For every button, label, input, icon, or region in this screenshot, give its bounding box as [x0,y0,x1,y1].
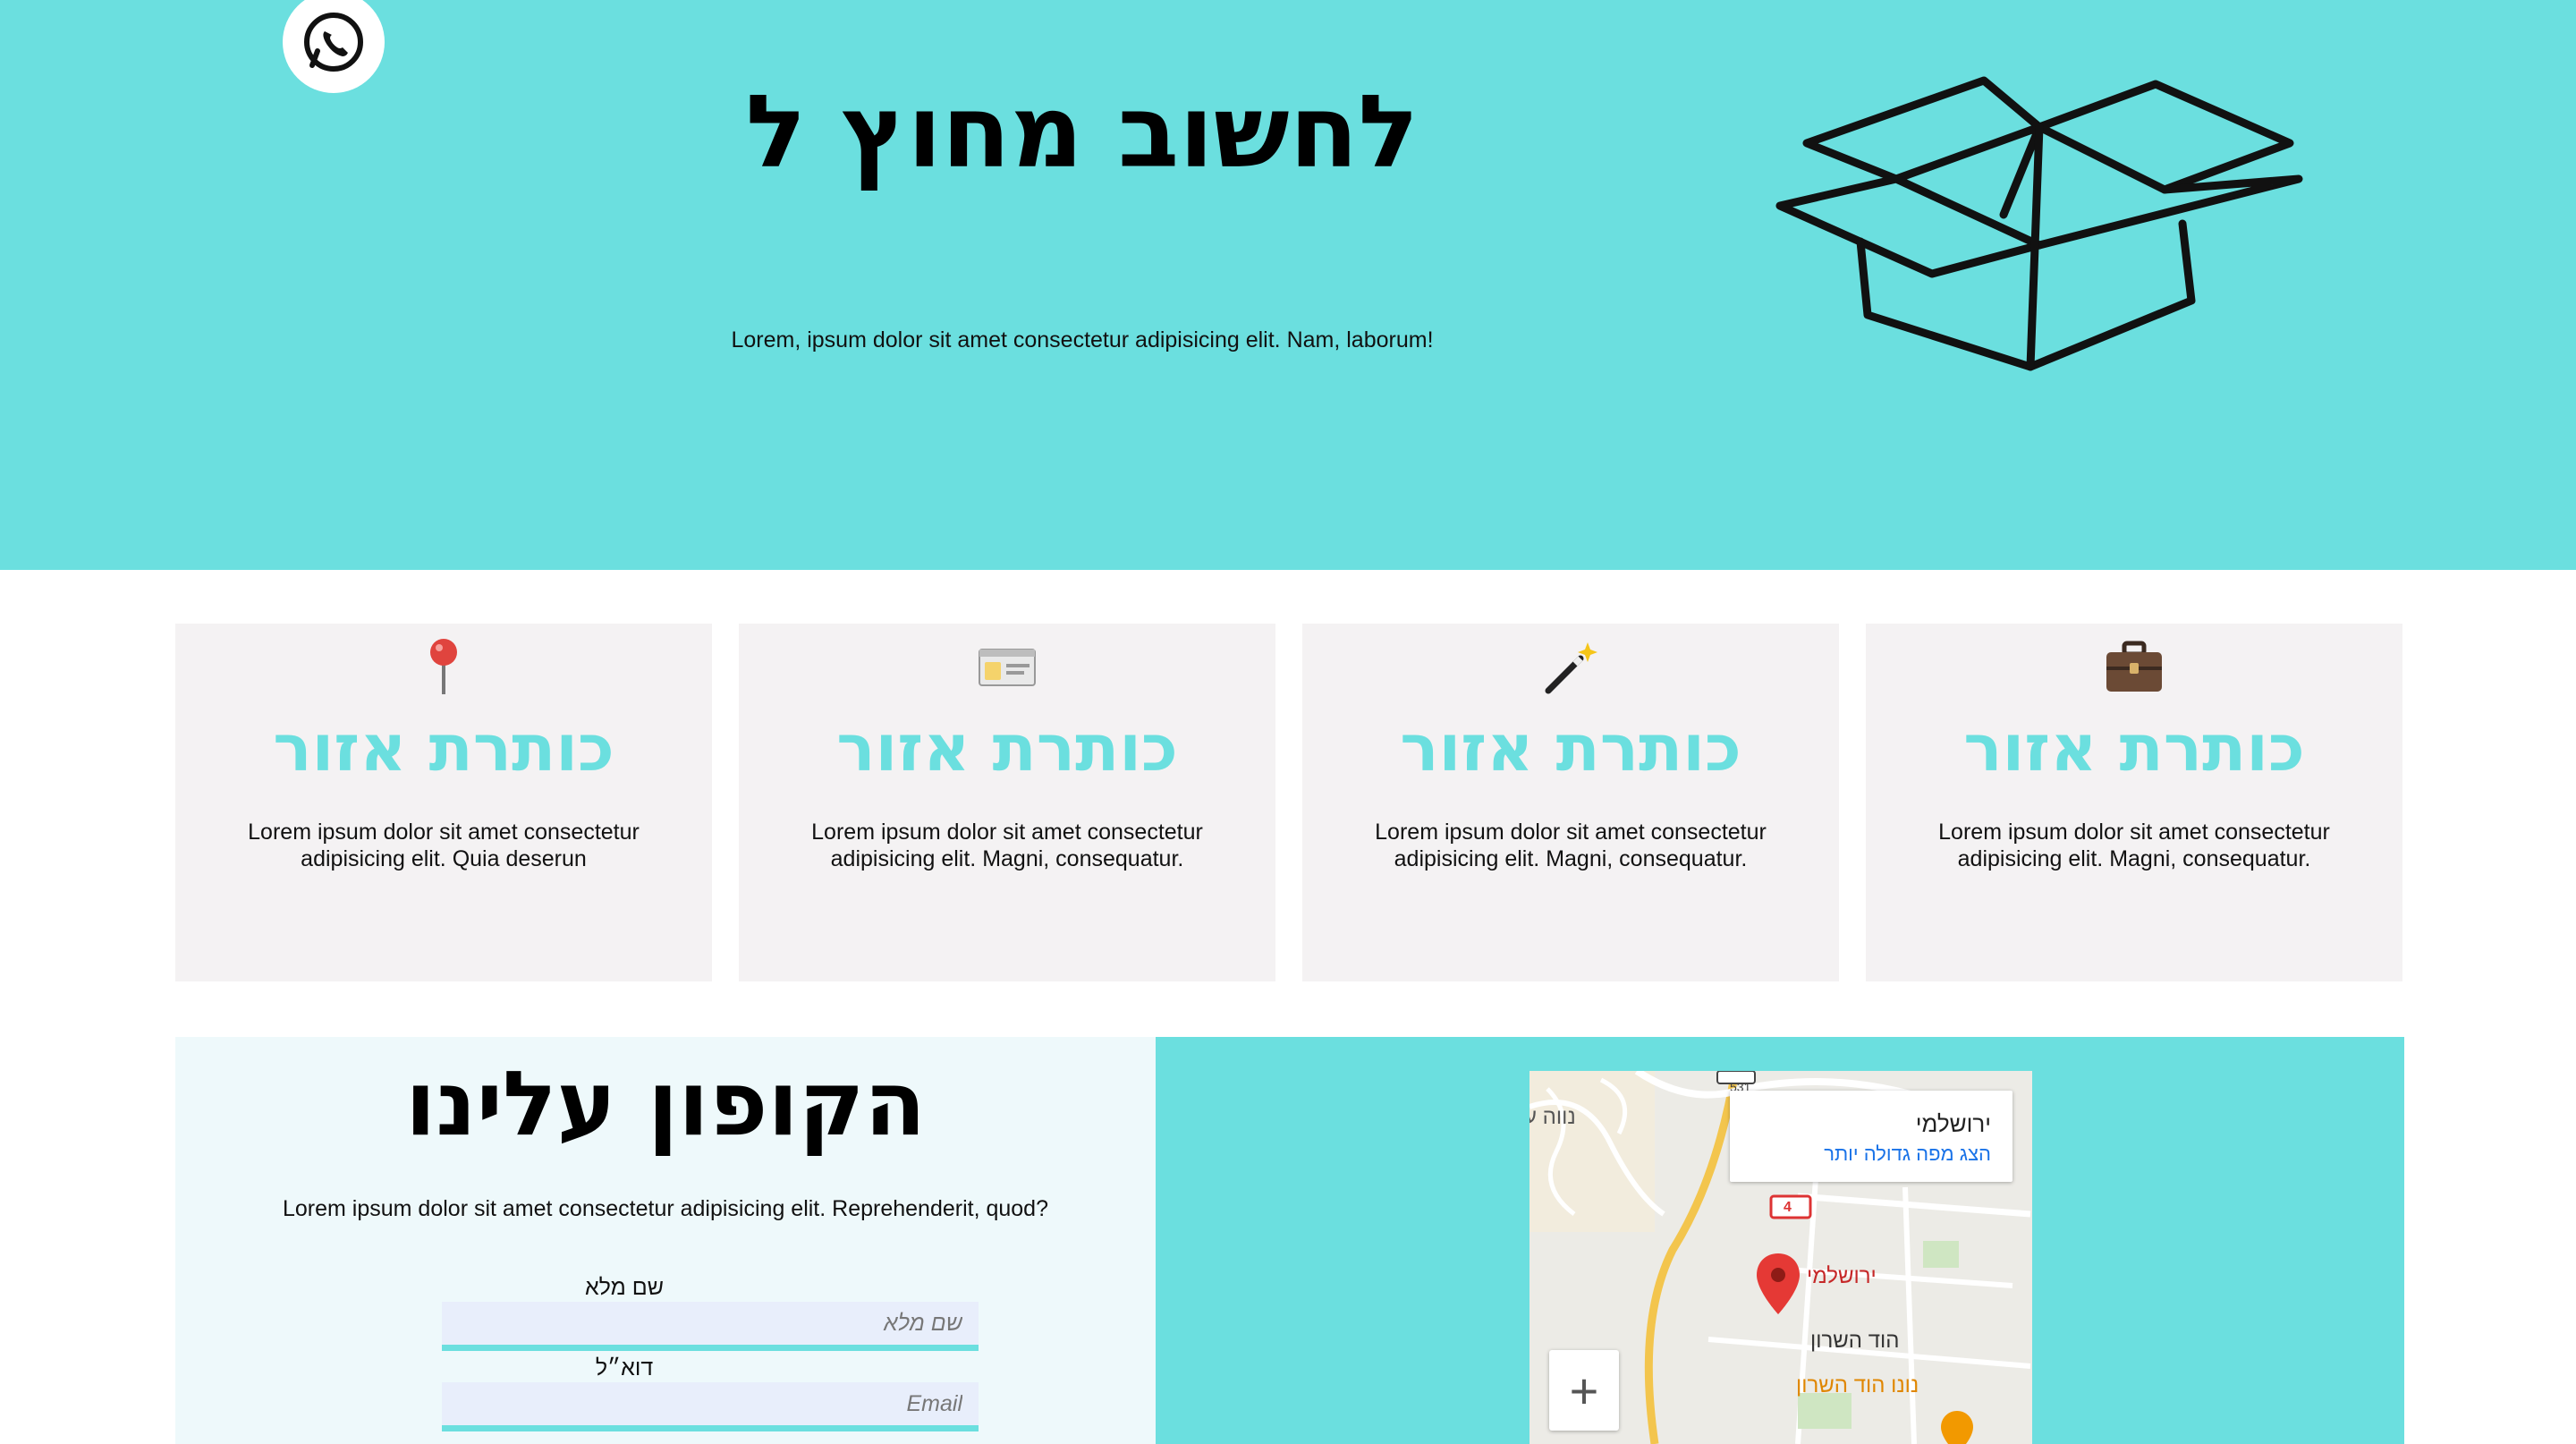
card-text: Lorem ipsum dolor sit amet consectetur a… [1375,820,1767,871]
card-title: כותרת אזור [273,710,614,786]
feature-card: כותרת אזור Lorem ipsum dolor sit amet co… [1866,624,2402,981]
map-place-title: ירושלמי [1915,1110,1991,1137]
coupon-section: הקופון עלינו Lorem ipsum dolor sit amet … [175,1037,1156,1444]
restaurant-label[interactable]: נונו הוד השרון [1796,1373,1919,1398]
full-name-input[interactable] [442,1302,979,1351]
larger-map-link[interactable]: הצג מפה גדולה יותר [1824,1142,1991,1166]
briefcase-icon [1866,631,2402,702]
map-place-card: ירושלמי הצג מפה גדולה יותר [1730,1091,2012,1182]
zoom-in-button[interactable]: + [1549,1350,1619,1431]
embedded-map[interactable]: נווה ע 531 4 ירושלמי הוד השרון נונו הוד … [1530,1071,2032,1444]
card-text: Lorem ipsum dolor sit amet consectetur a… [248,820,640,871]
coupon-title: הקופון עלינו [404,1051,927,1156]
whatsapp-button[interactable] [283,0,385,93]
email-input[interactable] [442,1382,979,1431]
feature-card: כותרת אזור Lorem ipsum dolor sit amet co… [175,624,712,981]
magic-wand-icon [1302,631,1839,702]
card-title: כותרת אזור [836,710,1178,786]
email-label: דוא״ל [595,1355,654,1380]
card-title: כותרת אזור [1963,710,2305,786]
card-text: Lorem ipsum dolor sit amet consectetur a… [1938,820,2330,871]
map-section: נווה ע 531 4 ירושלמי הוד השרון נונו הוד … [1156,1037,2404,1444]
full-name-label: שם מלא [584,1275,665,1300]
round-pushpin-icon [175,631,712,702]
road-number-label: 4 [1784,1200,1792,1215]
whatsapp-icon [304,13,363,72]
hero-title: לחשוב מחוץ ל [745,74,1419,191]
card-text: Lorem ipsum dolor sit amet consectetur a… [811,820,1203,871]
hero-text: Lorem, ipsum dolor sit amet consectetur … [731,327,1434,353]
open-box-icon [1775,76,2303,371]
coupon-subtitle: Lorem ipsum dolor sit amet consectetur a… [282,1196,1048,1221]
feature-card: כותרת אזור Lorem ipsum dolor sit amet co… [1302,624,1839,981]
feature-card: כותרת אזור Lorem ipsum dolor sit amet co… [739,624,1275,981]
map-label-hod-hasharon: הוד השרון [1810,1329,1900,1353]
hero-section: לחשוב מחוץ ל Lorem, ipsum dolor sit amet… [0,0,2576,570]
map-marker-label[interactable]: ירושלמי [1807,1264,1877,1289]
map-label-neighborhood-top: נווה ע [1530,1105,1576,1129]
id-card-icon [739,631,1275,702]
card-title: כותרת אזור [1400,710,1741,786]
